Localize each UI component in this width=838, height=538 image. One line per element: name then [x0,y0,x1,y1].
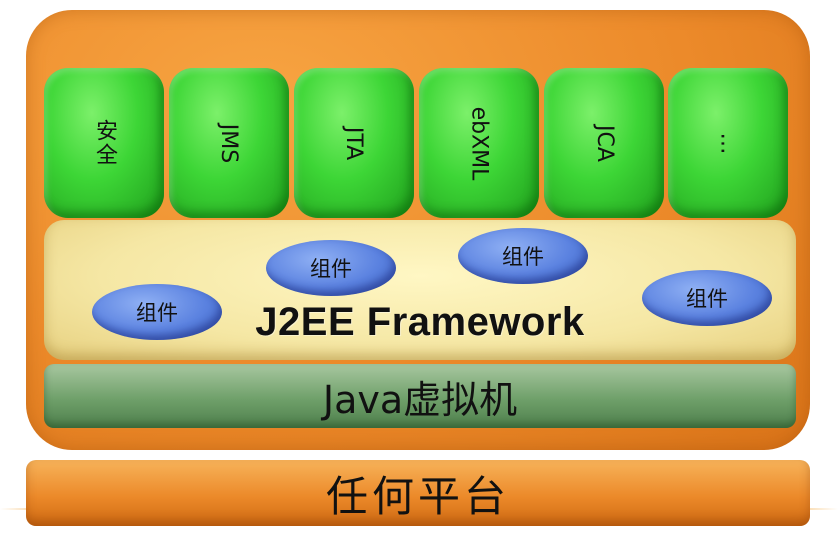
service-jta: JTA [294,68,414,218]
component-3-label: 组件 [502,245,544,269]
component-3: 组件 [458,228,588,284]
component-2-label: 组件 [310,257,352,281]
service-more: … [668,68,788,218]
service-ebxml-label: ebXML [466,106,492,180]
component-2: 组件 [266,240,396,296]
platform-layer: 任何平台 [26,460,810,526]
service-security-label: 安全 [92,119,117,167]
architecture-diagram: 安全 JMS JTA ebXML JCA … 组件 组件 组件 组件 J2EE [0,0,838,538]
service-jms-label: JMS [216,123,242,163]
service-jca: JCA [544,68,664,218]
jvm-label: Java虚拟机 [322,377,518,422]
jvm-layer: Java虚拟机 [44,364,796,428]
framework-title: J2EE Framework [255,300,585,344]
service-more-label: … [715,132,741,154]
j2ee-framework-layer: 组件 组件 组件 组件 J2EE Framework [44,220,796,360]
service-ebxml: ebXML [419,68,539,218]
service-jms: JMS [169,68,289,218]
service-security: 安全 [44,68,164,218]
service-jta-label: JTA [341,126,367,160]
service-row: 安全 JMS JTA ebXML JCA … [44,68,790,218]
service-jca-label: JCA [591,124,617,162]
platform-label: 任何平台 [325,471,510,521]
